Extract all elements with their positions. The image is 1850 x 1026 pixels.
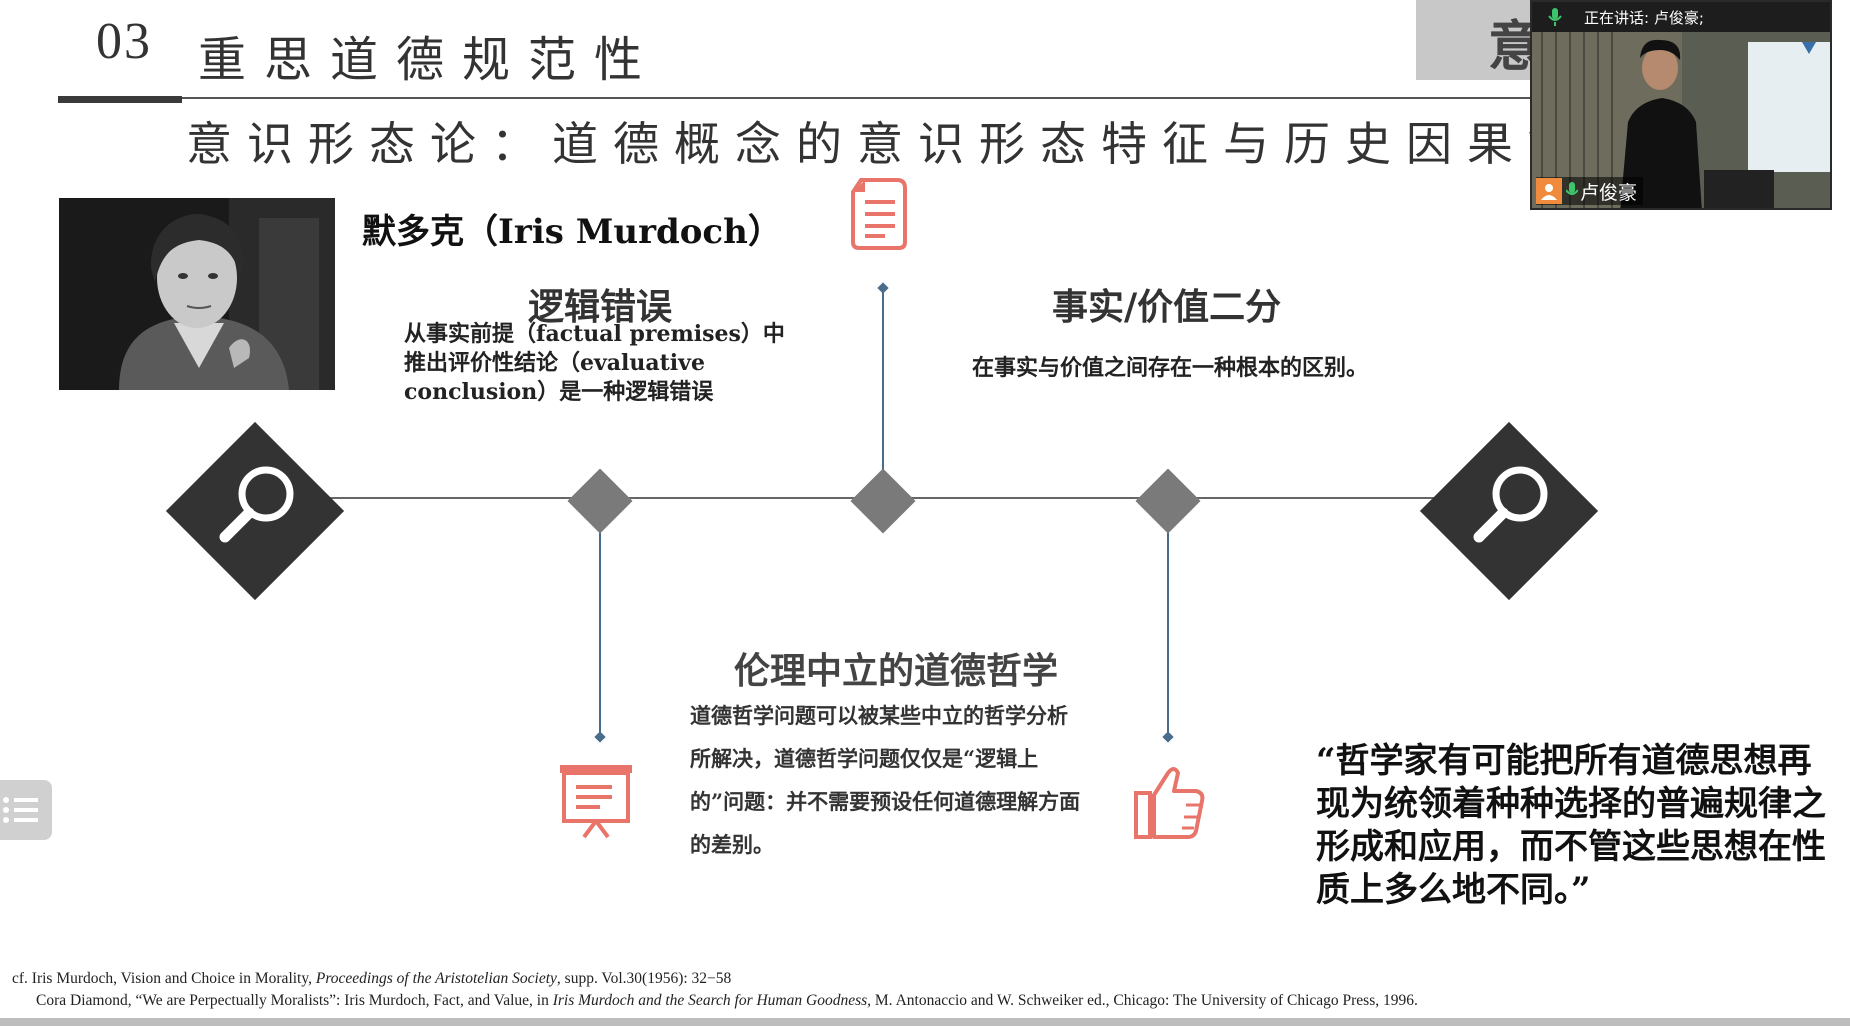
diamond-right-large — [1419, 421, 1599, 601]
speaking-label: 正在讲话: 卢俊豪; — [1584, 9, 1704, 27]
participant-mic-icon — [1566, 182, 1578, 195]
participant-name-tag: 卢俊豪 — [1536, 177, 1644, 205]
speaker-video-panel[interactable]: 正在讲话: 卢俊豪; 卢俊豪 — [1530, 0, 1832, 210]
participant-name: 卢俊豪 — [1580, 181, 1638, 204]
fact-value-text: 在事实与价值之间存在一种根本的区别。 — [972, 355, 1369, 381]
thumbs-up-icon — [1134, 767, 1205, 839]
reference-1: cf. Iris Murdoch, Vision and Choice in M… — [12, 970, 732, 987]
diamond-small-1 — [567, 468, 633, 534]
mic-icon — [1548, 8, 1562, 26]
bottom-scroll-bar — [0, 1018, 1850, 1026]
murdoch-quote: “哲学家有可能把所有道德思想再现为统领着种种选择的普遍规律之形成和应用，而不管这… — [1316, 741, 1826, 910]
speaking-bar: 正在讲话: 卢俊豪; — [1532, 2, 1830, 32]
presentation-board-icon — [560, 765, 632, 839]
diamond-small-2 — [850, 468, 916, 534]
diamond-small-3 — [1135, 468, 1201, 534]
avatar-icon — [1536, 178, 1562, 204]
diamond-left-large — [165, 421, 345, 601]
reference-2: Cora Diamond, “We are Perpectually Moral… — [36, 992, 1418, 1009]
document-icon — [851, 178, 907, 250]
list-icon — [3, 797, 38, 823]
logic-error-text: 从事实前提（factual premises）中推出评价性结论（evaluati… — [404, 321, 785, 405]
neutral-ethics-heading: 伦理中立的道德哲学 — [734, 650, 1059, 692]
references: cf. Iris Murdoch, Vision and Choice in M… — [12, 968, 1418, 1012]
neutral-ethics-text: 道德哲学问题可以被某些中立的哲学分析所解决，道德哲学问题仅仅是“逻辑上的”问题：… — [690, 703, 1081, 857]
outline-menu-button[interactable] — [0, 780, 52, 840]
fact-value-heading: 事实/价值二分 — [1052, 286, 1282, 328]
